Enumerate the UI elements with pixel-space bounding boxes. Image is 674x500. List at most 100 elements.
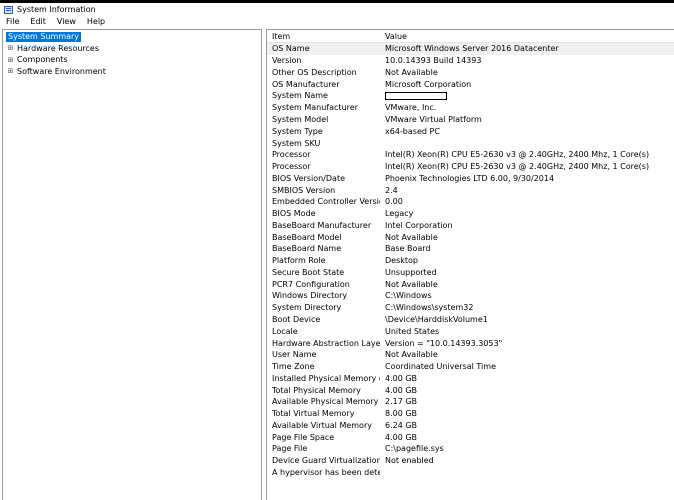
table-row[interactable]: Processor Intel(R) Xeon(R) CPU E5-2630 v3…: [267, 149, 674, 161]
table-row[interactable]: OS Name Microsoft Windows Server 2016 Dat…: [267, 43, 674, 55]
cell-item: Time Zone: [272, 362, 315, 372]
table-row[interactable]: OS Manufacturer Microsoft Corporation: [267, 78, 674, 90]
category-tree: System Summary ⊞ Hardware Resources ⊞ Co…: [2, 29, 262, 500]
table-row[interactable]: Version 10.0.14393 Build 14393: [267, 55, 674, 67]
cell-value: 4.00 GB: [385, 385, 418, 395]
cell-value: Not Available: [385, 279, 438, 289]
table-row[interactable]: System Model VMware Virtual Platform: [267, 114, 674, 126]
cell-item: System Name: [272, 91, 328, 101]
table-row[interactable]: Other OS Description Not Available: [267, 67, 674, 79]
table-row[interactable]: User Name Not Available: [267, 349, 674, 361]
cell-value: 6.24 GB: [385, 420, 418, 430]
cell-value: Not Available: [385, 350, 438, 360]
cell-value: Microsoft Corporation: [385, 79, 472, 89]
expand-icon[interactable]: ⊞: [6, 56, 15, 64]
table-row[interactable]: Page File Space 4.00 GB: [267, 431, 674, 443]
cell-item: OS Manufacturer: [272, 79, 340, 89]
details-list: Item Value OS Name Microsoft Windows Serv…: [266, 29, 674, 500]
cell-value: x64-based PC: [385, 126, 440, 136]
cell-value: Intel(R) Xeon(R) CPU E5-2630 v3 @ 2.40GH…: [385, 162, 650, 172]
list-rows: OS Name Microsoft Windows Server 2016 Dat…: [267, 43, 674, 478]
tree-item-label: Hardware Resources: [17, 43, 100, 53]
tree-item-hardware-resources[interactable]: ⊞ Hardware Resources: [3, 43, 261, 55]
cell-item: BIOS Mode: [272, 209, 316, 219]
table-row[interactable]: Total Virtual Memory 8.00 GB: [267, 408, 674, 420]
table-row[interactable]: System Manufacturer VMware, Inc.: [267, 102, 674, 114]
cell-value: VMware Virtual Platform: [385, 114, 482, 124]
table-row[interactable]: PCR7 Configuration Not Available: [267, 278, 674, 290]
table-row[interactable]: Device Guard Virtualization bas... Not en…: [267, 455, 674, 467]
menu-view[interactable]: View: [51, 17, 81, 26]
cell-value: Intel Corporation: [385, 220, 453, 230]
cell-value: 2.17 GB: [385, 397, 418, 407]
table-row[interactable]: BaseBoard Model Not Available: [267, 231, 674, 243]
cell-item: BaseBoard Model: [272, 232, 342, 242]
cell-value: VMware, Inc.: [385, 103, 437, 113]
table-row[interactable]: Available Virtual Memory 6.24 GB: [267, 420, 674, 432]
table-row[interactable]: System Directory C:\Windows\system32: [267, 302, 674, 314]
cell-value: C:\pagefile.sys: [385, 444, 444, 454]
table-row[interactable]: BaseBoard Manufacturer Intel Corporation: [267, 219, 674, 231]
table-row[interactable]: Hardware Abstraction Layer Version = "10.…: [267, 337, 674, 349]
cell-value: 4.00 GB: [385, 373, 418, 383]
cell-item: Hardware Abstraction Layer: [272, 338, 380, 348]
table-row[interactable]: Total Physical Memory 4.00 GB: [267, 384, 674, 396]
table-row[interactable]: Secure Boot State Unsupported: [267, 267, 674, 279]
cell-item: Available Virtual Memory: [272, 420, 372, 430]
table-row[interactable]: BaseBoard Name Base Board: [267, 243, 674, 255]
cell-value: 0.00: [385, 197, 403, 207]
table-row[interactable]: BIOS Mode Legacy: [267, 208, 674, 220]
cell-item: Available Physical Memory: [272, 397, 379, 407]
cell-item: User Name: [272, 350, 317, 360]
cell-item: Embedded Controller Version: [272, 197, 380, 207]
table-row[interactable]: Embedded Controller Version 0.00: [267, 196, 674, 208]
cell-item: OS Name: [272, 44, 310, 54]
table-row[interactable]: System Name: [267, 90, 674, 102]
cell-value: Phoenix Technologies LTD 6.00, 9/30/2014: [385, 173, 555, 183]
cell-value: Not Available: [385, 232, 438, 242]
table-row[interactable]: SMBIOS Version 2.4: [267, 184, 674, 196]
tree-item-system-summary[interactable]: System Summary: [3, 31, 261, 43]
table-row[interactable]: A hypervisor has been detecte...: [267, 467, 674, 479]
tree-item-label: Software Environment: [17, 66, 106, 76]
table-row[interactable]: Page File C:\pagefile.sys: [267, 443, 674, 455]
table-row[interactable]: System SKU: [267, 137, 674, 149]
table-row[interactable]: Available Physical Memory 2.17 GB: [267, 396, 674, 408]
table-row[interactable]: Locale United States: [267, 325, 674, 337]
cell-value: Microsoft Windows Server 2016 Datacenter: [385, 44, 559, 54]
cell-item: Windows Directory: [272, 291, 348, 301]
menu-edit[interactable]: Edit: [24, 17, 51, 26]
cell-value: Version = "10.0.14393.3053": [385, 338, 503, 348]
cell-value: 2.4: [385, 185, 398, 195]
cell-value: Legacy: [385, 209, 414, 219]
cell-item: Platform Role: [272, 256, 326, 266]
table-row[interactable]: Platform Role Desktop: [267, 255, 674, 267]
table-row[interactable]: Windows Directory C:\Windows: [267, 290, 674, 302]
table-row[interactable]: Installed Physical Memory (RAM) 4.00 GB: [267, 372, 674, 384]
expand-icon[interactable]: ⊞: [6, 67, 15, 75]
column-header-item[interactable]: Item: [267, 32, 380, 41]
table-row[interactable]: Processor Intel(R) Xeon(R) CPU E5-2630 v3…: [267, 161, 674, 173]
expand-icon[interactable]: ⊞: [6, 44, 15, 52]
cell-value: Base Board: [385, 244, 431, 254]
cell-item: Page File: [272, 444, 308, 454]
cell-value: Intel(R) Xeon(R) CPU E5-2630 v3 @ 2.40GH…: [385, 150, 650, 160]
menu-file[interactable]: File: [0, 17, 24, 26]
table-row[interactable]: Time Zone Coordinated Universal Time: [267, 361, 674, 373]
tree-item-components[interactable]: ⊞ Components: [3, 54, 261, 66]
redaction-box: [385, 91, 447, 100]
cell-item: Locale: [272, 326, 298, 336]
cell-item: Other OS Description: [272, 67, 357, 77]
table-row[interactable]: System Type x64-based PC: [267, 125, 674, 137]
table-row[interactable]: BIOS Version/Date Phoenix Technologies LT…: [267, 172, 674, 184]
cell-value: C:\Windows\system32: [385, 303, 474, 313]
title-bar[interactable]: System Information: [0, 3, 674, 16]
column-header-value[interactable]: Value: [380, 32, 650, 41]
cell-item: A hypervisor has been detecte...: [272, 467, 380, 477]
cell-item: System Type: [272, 126, 323, 136]
table-row[interactable]: Boot Device \Device\HarddiskVolume1: [267, 314, 674, 326]
tree-item-software-environment[interactable]: ⊞ Software Environment: [3, 66, 261, 78]
menu-help[interactable]: Help: [81, 17, 110, 26]
menu-bar: File Edit View Help: [0, 16, 674, 27]
cell-item: Version: [272, 56, 302, 66]
